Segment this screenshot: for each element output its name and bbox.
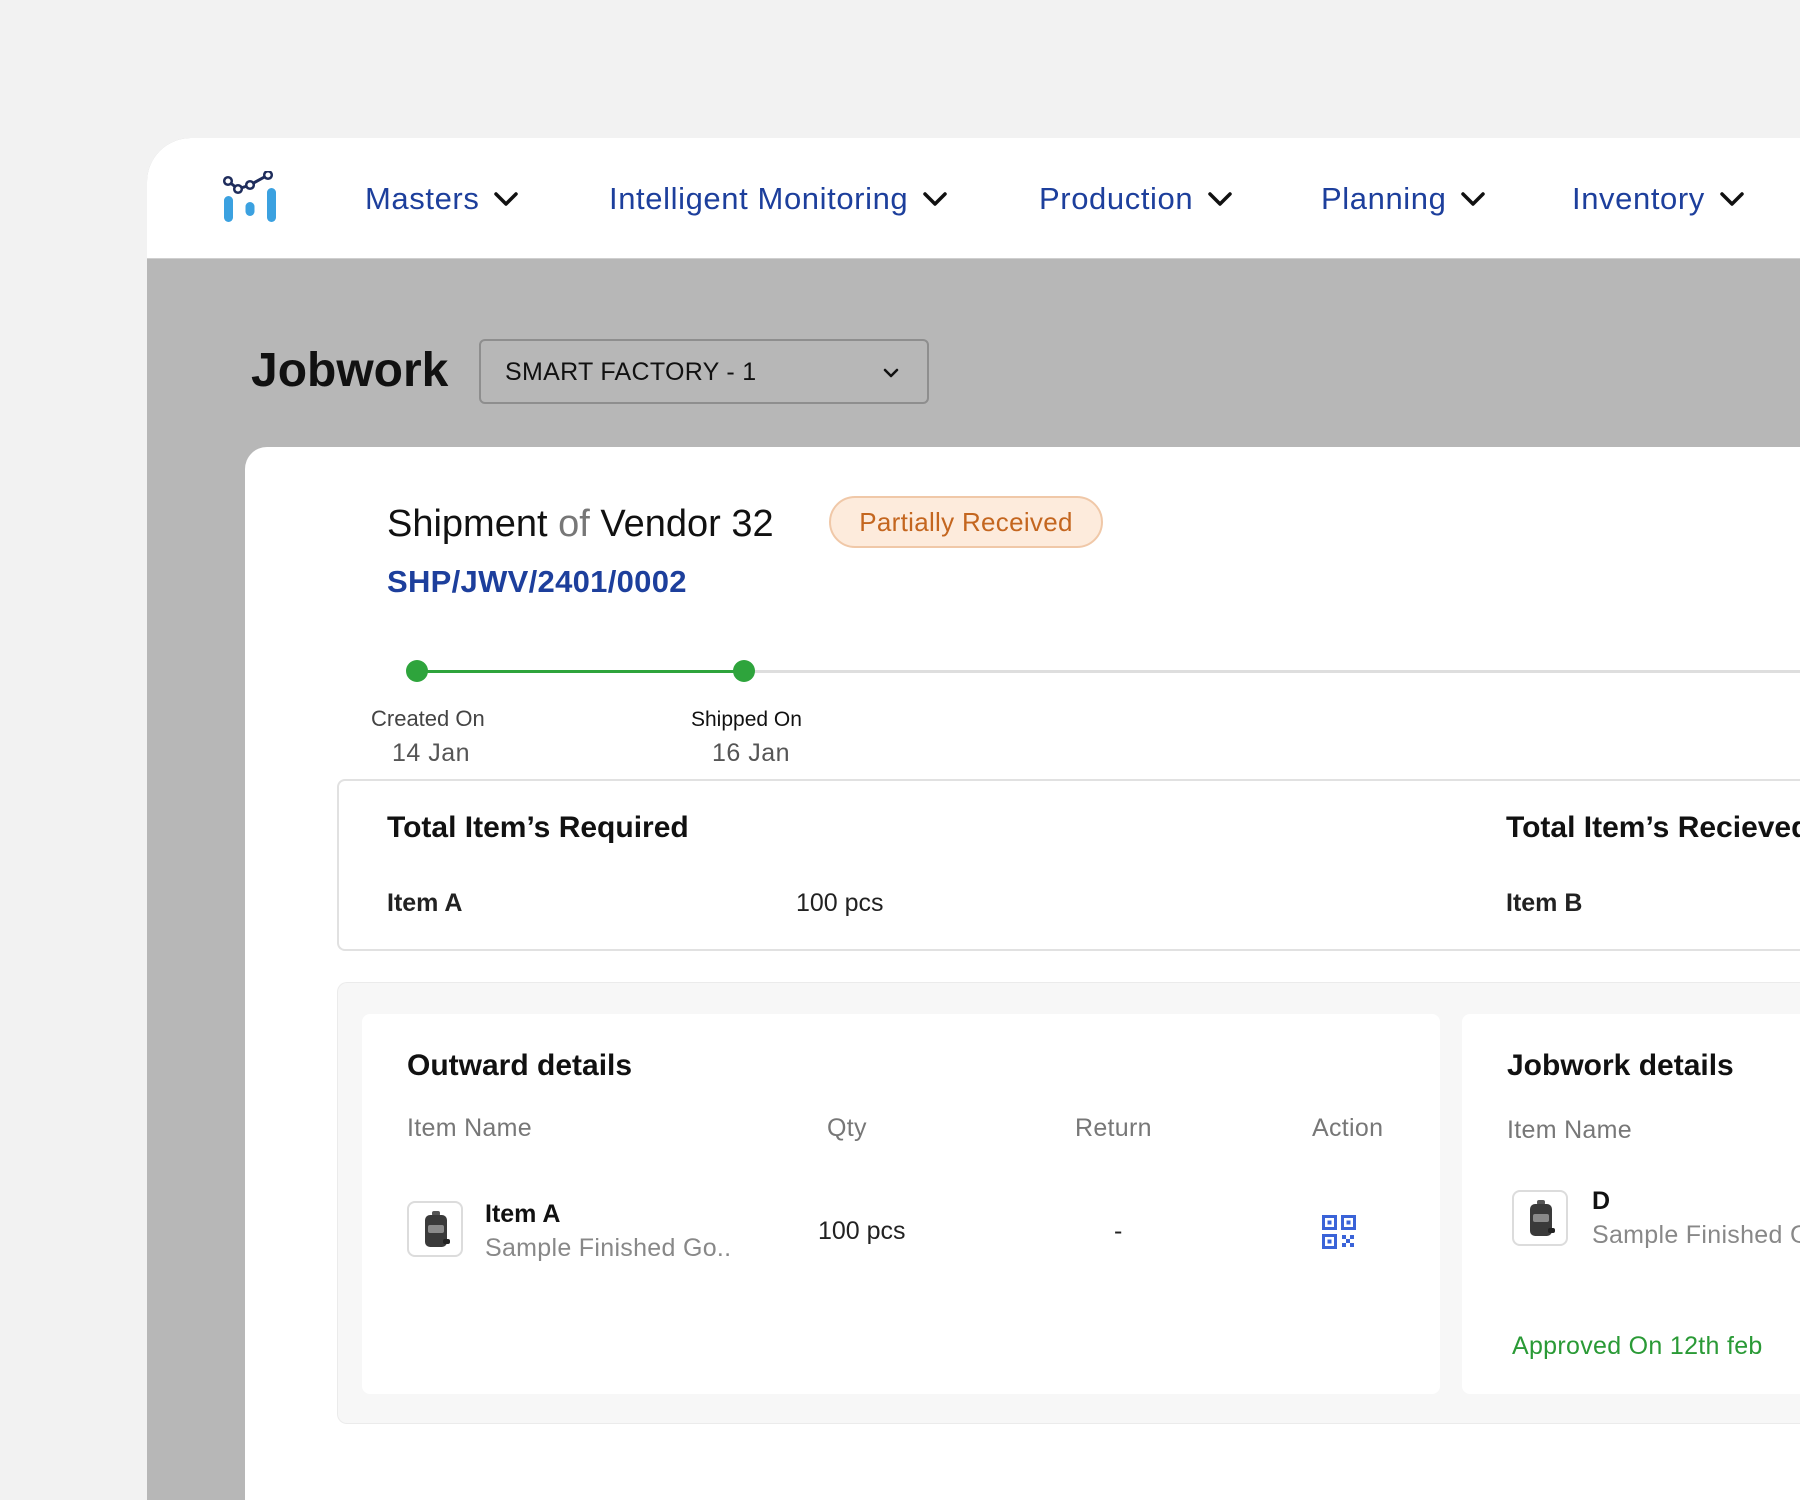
timeline-dot-shipped	[733, 660, 755, 682]
outward-item-name: Item A	[485, 1200, 561, 1228]
backpack-icon	[1530, 1200, 1555, 1236]
timeline-label: Shipped On	[691, 708, 802, 731]
timeline-date: 16 Jan	[712, 739, 791, 767]
chevron-down-icon	[923, 191, 948, 206]
outward-details-title: Outward details	[407, 1049, 633, 1082]
col-item-name: Item Name	[407, 1114, 532, 1142]
backpack-icon	[425, 1211, 450, 1247]
outward-details-panel: Outward details Item Name Qty Return Act…	[362, 1014, 1440, 1394]
required-item-qty: 100 pcs	[796, 889, 884, 917]
col-qty: Qty	[827, 1114, 867, 1142]
nav-item-production[interactable]: Production	[1039, 138, 1233, 259]
qr-code-icon[interactable]	[1322, 1215, 1356, 1249]
details-section: Outward details Item Name Qty Return Act…	[337, 982, 1800, 1424]
required-item-name: Item A	[387, 889, 463, 917]
jobwork-item-name: D	[1592, 1187, 1611, 1215]
shipment-timeline: Created On 14 Jan Shipped On 16 Jan	[245, 447, 1800, 767]
jobwork-item-sub: Sample Finished G	[1592, 1221, 1800, 1249]
nav-item-planning[interactable]: Planning	[1321, 138, 1486, 259]
top-navbar: Masters Intelligent Monitoring Productio…	[147, 138, 1800, 259]
app-logo-icon[interactable]	[222, 171, 278, 227]
nav-item-inventory[interactable]: Inventory	[1572, 138, 1745, 259]
factory-select-value: SMART FACTORY - 1	[505, 358, 757, 386]
nav-label: Inventory	[1572, 180, 1705, 216]
timeline-progress-line	[417, 670, 744, 673]
received-heading: Total Item’s Recieved	[1506, 811, 1800, 844]
item-thumbnail	[407, 1201, 463, 1257]
timeline-date: 14 Jan	[392, 739, 471, 767]
nav-item-masters[interactable]: Masters	[365, 138, 519, 259]
nav-item-intelligent-monitoring[interactable]: Intelligent Monitoring	[609, 138, 948, 259]
jobwork-details-title: Jobwork details	[1507, 1049, 1734, 1082]
nav-label: Intelligent Monitoring	[609, 180, 909, 216]
chevron-down-icon	[1461, 191, 1486, 206]
shipment-card: Shipment of Vendor 32 Partially Received…	[245, 447, 1800, 1500]
outward-item-qty: 100 pcs	[818, 1217, 906, 1245]
chevron-down-icon	[494, 191, 519, 206]
timeline-label: Created On	[371, 706, 485, 731]
timeline-dot-created	[406, 660, 428, 682]
timeline-pending-line	[744, 670, 1800, 673]
jobwork-details-panel: Jobwork details Item Name D Sample Finis…	[1462, 1014, 1800, 1394]
nav-label: Planning	[1321, 180, 1447, 216]
nav-label: Production	[1039, 180, 1194, 216]
chevron-down-icon	[1720, 191, 1744, 206]
chevron-down-icon	[883, 368, 899, 378]
nav-label: Masters	[365, 180, 480, 216]
col-action: Action	[1312, 1114, 1384, 1142]
item-thumbnail	[1512, 1190, 1568, 1246]
received-item-name: Item B	[1506, 889, 1583, 917]
col-item-name: Item Name	[1507, 1116, 1632, 1144]
page-title: Jobwork	[251, 344, 449, 397]
col-return: Return	[1075, 1114, 1152, 1142]
chevron-down-icon	[1208, 191, 1232, 206]
approved-status-text: Approved On 12th feb	[1512, 1332, 1763, 1360]
outward-item-return: -	[1114, 1217, 1123, 1245]
required-heading: Total Item’s Required	[387, 811, 689, 844]
outward-item-sub: Sample Finished Go..	[485, 1234, 732, 1262]
app-window: Masters Intelligent Monitoring Productio…	[147, 138, 1800, 1500]
totals-section: Total Item’s Required Item A 100 pcs Tot…	[337, 779, 1800, 951]
factory-select[interactable]: SMART FACTORY - 1	[479, 339, 929, 404]
